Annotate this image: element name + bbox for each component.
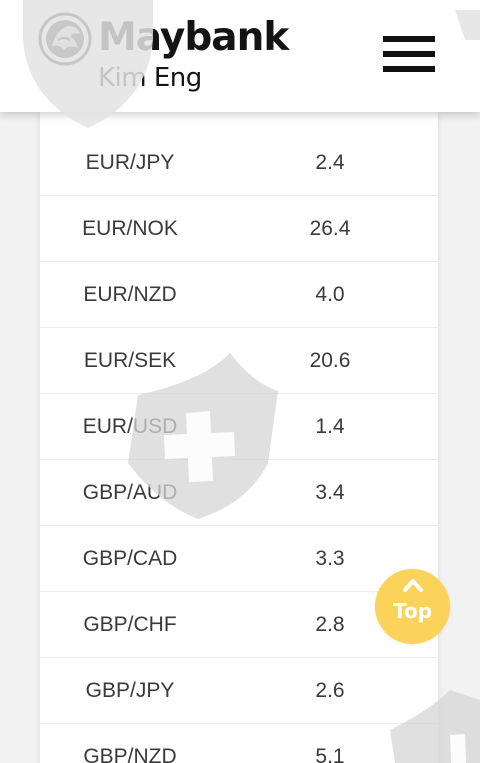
currency-pair-cell: GBP/CAD xyxy=(82,547,178,570)
table-row: EUR/JPY 2.4 xyxy=(40,130,438,196)
maybank-logo[interactable]: Maybank Kim Eng xyxy=(38,12,318,104)
currency-pair-cell: EUR/NOK xyxy=(82,217,178,240)
spread-value-cell: 1.4 xyxy=(315,415,345,438)
spread-value-cell: 26.4 xyxy=(309,217,351,240)
table-row: GBP/JPY 2.6 xyxy=(40,658,438,724)
spread-value-cell: 2.4 xyxy=(315,151,345,174)
spread-value-cell: 5.1 xyxy=(315,745,345,763)
currency-pair-cell: EUR/NZD xyxy=(83,283,177,306)
table-row: GBP/CAD 3.3 xyxy=(40,526,438,592)
menu-bar xyxy=(383,66,435,72)
spread-value-cell: 20.6 xyxy=(309,349,351,372)
spread-table: EUR/JPY 2.4 EUR/NOK 26.4 EUR/NZD 4.0 EUR/SEK 20… xyxy=(40,112,438,763)
spread-value-cell: 4.0 xyxy=(315,283,345,306)
menu-bar xyxy=(383,51,435,57)
currency-pair-cell: GBP/AUD xyxy=(82,481,178,504)
table-body: EUR/JPY 2.4 EUR/NOK 26.4 EUR/NZD 4.0 EUR/SEK 20… xyxy=(40,130,438,763)
tiger-emblem-icon xyxy=(38,12,92,66)
currency-pair-cell: GBP/CHF xyxy=(83,613,177,636)
currency-pair-cell: EUR/JPY xyxy=(85,151,175,174)
spread-value-cell: 2.6 xyxy=(315,679,345,702)
table-row: GBP/AUD 3.4 xyxy=(40,460,438,526)
spread-value-cell: 3.4 xyxy=(315,481,345,504)
page: EUR/JPY 2.4 EUR/NOK 26.4 EUR/NZD 4.0 EUR/SEK 20… xyxy=(0,0,480,763)
site-header: Maybank Kim Eng xyxy=(0,0,480,112)
chevron-up-icon xyxy=(403,579,423,592)
table-row: EUR/USD 1.4 xyxy=(40,394,438,460)
menu-bar xyxy=(383,36,435,42)
brand-name: Maybank xyxy=(98,15,289,60)
table-row: GBP/NZD 5.1 xyxy=(40,724,438,763)
back-to-top-label: Top xyxy=(392,599,433,623)
brand-subtitle: Kim Eng xyxy=(98,63,202,93)
back-to-top-button[interactable]: Top xyxy=(375,569,450,644)
hamburger-menu-icon[interactable] xyxy=(380,33,436,77)
table-row: EUR/SEK 20.6 xyxy=(40,328,438,394)
currency-pair-cell: GBP/JPY xyxy=(85,679,175,702)
currency-pair-cell: GBP/NZD xyxy=(83,745,177,763)
currency-pair-cell: EUR/SEK xyxy=(83,349,177,372)
table-row: EUR/NZD 4.0 xyxy=(40,262,438,328)
table-row: EUR/NOK 26.4 xyxy=(40,196,438,262)
currency-pair-cell: EUR/USD xyxy=(82,415,178,438)
